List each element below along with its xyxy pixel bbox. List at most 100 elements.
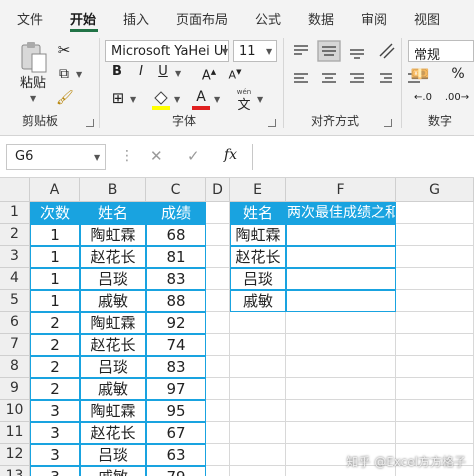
cell-f3[interactable]: [286, 246, 396, 268]
format-painter-icon[interactable]: 🖌: [56, 88, 74, 108]
cell-e4[interactable]: 吕琰: [230, 268, 286, 290]
row-header[interactable]: 7: [0, 334, 30, 356]
cell-d5[interactable]: [206, 290, 230, 312]
cell-b13[interactable]: 戚敏: [80, 466, 146, 476]
column-header-b[interactable]: B: [80, 178, 146, 202]
cell-a2[interactable]: 1: [30, 224, 80, 246]
cell-c3[interactable]: 81: [146, 246, 206, 268]
cell-d12[interactable]: [206, 444, 230, 466]
cell-e12[interactable]: [230, 444, 286, 466]
cell-g7[interactable]: [396, 334, 474, 356]
phonetic-dropdown-icon[interactable]: ▼: [257, 95, 263, 104]
cell-a5[interactable]: 1: [30, 290, 80, 312]
accounting-format-icon[interactable]: 💴: [410, 64, 430, 84]
cell-f4[interactable]: [286, 268, 396, 290]
cell-c7[interactable]: 74: [146, 334, 206, 356]
underline-dropdown-icon[interactable]: ▼: [175, 69, 181, 78]
paste-icon[interactable]: [18, 40, 48, 74]
cell-c13[interactable]: 79: [146, 466, 206, 476]
cell-b7[interactable]: 赵花长: [80, 334, 146, 356]
cell-c4[interactable]: 83: [146, 268, 206, 290]
cell-d1[interactable]: [206, 202, 230, 224]
fill-color-dropdown-icon[interactable]: ▼: [174, 95, 180, 104]
font-name-box[interactable]: Microsoft YaHei UI: [105, 40, 229, 62]
tab-insert[interactable]: 插入: [123, 9, 149, 28]
alignment-dialog-launcher-icon[interactable]: [384, 119, 392, 127]
cell-e2[interactable]: 陶虹霖: [230, 224, 286, 246]
font-color-dropdown-icon[interactable]: ▼: [214, 95, 220, 104]
insert-function-button[interactable]: fx: [224, 147, 237, 163]
fill-color-icon[interactable]: [150, 88, 172, 110]
cell-d8[interactable]: [206, 356, 230, 378]
cell-b1[interactable]: 姓名: [80, 202, 146, 224]
font-size-dropdown-icon[interactable]: ▼: [266, 47, 272, 56]
cell-e9[interactable]: [230, 378, 286, 400]
cell-b9[interactable]: 戚敏: [80, 378, 146, 400]
cell-g3[interactable]: [396, 246, 474, 268]
row-header[interactable]: 3: [0, 246, 30, 268]
cell-f7[interactable]: [286, 334, 396, 356]
orientation-icon[interactable]: [378, 44, 398, 58]
row-header[interactable]: 12: [0, 444, 30, 466]
cell-g2[interactable]: [396, 224, 474, 246]
cell-d4[interactable]: [206, 268, 230, 290]
paste-dropdown-icon[interactable]: ▼: [30, 94, 36, 103]
cell-e6[interactable]: [230, 312, 286, 334]
tab-formulas[interactable]: 公式: [255, 9, 281, 28]
underline-button[interactable]: U: [154, 62, 172, 82]
row-header[interactable]: 6: [0, 312, 30, 334]
cell-c1[interactable]: 成绩: [146, 202, 206, 224]
cell-e7[interactable]: [230, 334, 286, 356]
cell-f9[interactable]: [286, 378, 396, 400]
cell-a9[interactable]: 2: [30, 378, 80, 400]
cell-f10[interactable]: [286, 400, 396, 422]
cell-d2[interactable]: [206, 224, 230, 246]
clipboard-dialog-launcher-icon[interactable]: [86, 119, 94, 127]
cell-g10[interactable]: [396, 400, 474, 422]
cell-c5[interactable]: 88: [146, 290, 206, 312]
cell-a7[interactable]: 2: [30, 334, 80, 356]
cell-e3[interactable]: 赵花长: [230, 246, 286, 268]
decrease-font-size-icon[interactable]: A▼: [226, 62, 244, 86]
cell-g5[interactable]: [396, 290, 474, 312]
cell-e8[interactable]: [230, 356, 286, 378]
cell-a3[interactable]: 1: [30, 246, 80, 268]
cell-a1[interactable]: 次数: [30, 202, 80, 224]
row-header[interactable]: 8: [0, 356, 30, 378]
row-header[interactable]: 1: [0, 202, 30, 224]
cell-d11[interactable]: [206, 422, 230, 444]
cell-d3[interactable]: [206, 246, 230, 268]
tab-data[interactable]: 数据: [308, 9, 334, 28]
cell-a4[interactable]: 1: [30, 268, 80, 290]
cell-e11[interactable]: [230, 422, 286, 444]
column-header-c[interactable]: C: [146, 178, 206, 202]
cell-b3[interactable]: 赵花长: [80, 246, 146, 268]
column-header-e[interactable]: E: [230, 178, 286, 202]
cell-a10[interactable]: 3: [30, 400, 80, 422]
formula-input[interactable]: [252, 144, 474, 170]
cell-g4[interactable]: [396, 268, 474, 290]
cell-g6[interactable]: [396, 312, 474, 334]
enter-icon[interactable]: ✓: [187, 147, 200, 165]
decrease-decimal-icon[interactable]: .00→: [444, 88, 470, 108]
cell-b2[interactable]: 陶虹霖: [80, 224, 146, 246]
cell-c12[interactable]: 63: [146, 444, 206, 466]
tab-view[interactable]: 视图: [414, 9, 440, 28]
name-box[interactable]: G6: [6, 144, 106, 170]
font-dialog-launcher-icon[interactable]: [268, 119, 276, 127]
cell-e1[interactable]: 姓名: [230, 202, 286, 224]
cell-f6[interactable]: [286, 312, 396, 334]
column-header-f[interactable]: F: [286, 178, 396, 202]
row-header[interactable]: 13: [0, 466, 30, 476]
cell-e5[interactable]: 戚敏: [230, 290, 286, 312]
tab-page-layout[interactable]: 页面布局: [176, 9, 228, 28]
cell-a6[interactable]: 2: [30, 312, 80, 334]
increase-decimal-icon[interactable]: ←.0: [410, 88, 436, 108]
cell-b4[interactable]: 吕琰: [80, 268, 146, 290]
cell-d10[interactable]: [206, 400, 230, 422]
cell-c9[interactable]: 97: [146, 378, 206, 400]
cell-c8[interactable]: 83: [146, 356, 206, 378]
cell-b6[interactable]: 陶虹霖: [80, 312, 146, 334]
cell-f8[interactable]: [286, 356, 396, 378]
cell-c6[interactable]: 92: [146, 312, 206, 334]
